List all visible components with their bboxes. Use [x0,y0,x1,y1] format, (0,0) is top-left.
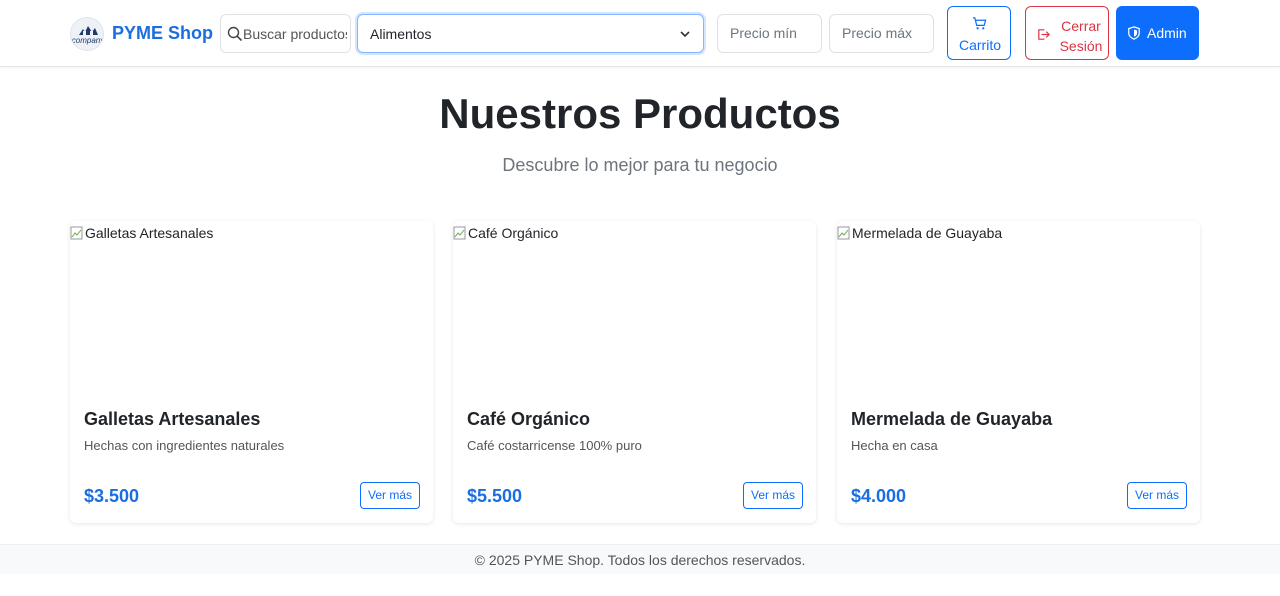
shield-icon [1128,26,1140,40]
product-image-alt: Café Orgánico [468,225,559,241]
cart-label: Carrito [958,37,1001,53]
product-price: $4.000 [851,486,907,506]
product-card[interactable]: Galletas Artesanales Galletas Artesanale… [70,221,433,523]
product-card[interactable]: Café Orgánico Café Orgánico Café costarr… [453,221,816,523]
category-selected-value: Alimentos [370,26,432,42]
price-min-input[interactable] [730,25,810,41]
product-image-alt: Mermelada de Guayaba [852,225,1003,241]
product-image[interactable]: Galletas Artesanales [70,225,213,241]
footer-text: © 2025 PYME Shop. Todos los derechos res… [474,552,806,568]
svg-text:company: company [72,36,104,45]
product-name: Mermelada de Guayaba [851,409,1053,429]
search-icon [227,26,243,42]
chevron-down-icon [680,31,690,38]
product-image[interactable]: Café Orgánico [453,225,558,241]
broken-image-icon [70,226,83,240]
page-title: Nuestros Productos [439,90,841,137]
footer: © 2025 PYME Shop. Todos los derechos res… [0,544,1280,574]
logout-button[interactable]: Cerrar Sesión [1025,6,1109,60]
product-price: $5.500 [467,486,523,506]
product-price: $3.500 [84,486,140,506]
view-more-button[interactable]: Ver más [359,482,420,509]
product-name: Galletas Artesanales [84,409,261,429]
product-description: Hecha en casa [851,438,938,453]
search-input[interactable] [243,24,347,44]
view-more-button[interactable]: Ver más [1126,482,1187,509]
cart-button[interactable]: Carrito [947,6,1011,60]
product-image[interactable]: Mermelada de Guayaba [837,225,1002,241]
product-description: Café costarricense 100% puro [467,438,642,453]
product-card[interactable]: Mermelada de Guayaba Mermelada de Guayab… [837,221,1200,523]
page-subtitle: Descubre lo mejor para tu negocio [502,155,778,175]
cart-icon [972,17,987,30]
admin-label: Admin [1147,25,1187,41]
company-logo[interactable]: company [70,17,104,51]
brand-name[interactable]: PYME Shop [112,23,213,44]
view-more-button[interactable]: Ver más [742,482,803,509]
price-max-input[interactable] [842,25,922,41]
broken-image-icon [837,226,850,240]
price-min-field[interactable] [717,14,822,53]
product-name: Café Orgánico [467,409,591,429]
price-max-field[interactable] [829,14,934,53]
category-select[interactable]: Alimentos [357,14,704,53]
logout-icon [1038,29,1050,40]
admin-button[interactable]: Admin [1116,6,1199,60]
logout-label: Cerrar Sesión [1059,18,1103,54]
search-box[interactable] [220,14,351,53]
navbar: company PYME Shop Alimentos Carrito [0,0,1280,67]
product-image-alt: Galletas Artesanales [85,225,214,241]
broken-image-icon [453,226,466,240]
product-description: Hechas con ingredientes naturales [84,438,285,453]
